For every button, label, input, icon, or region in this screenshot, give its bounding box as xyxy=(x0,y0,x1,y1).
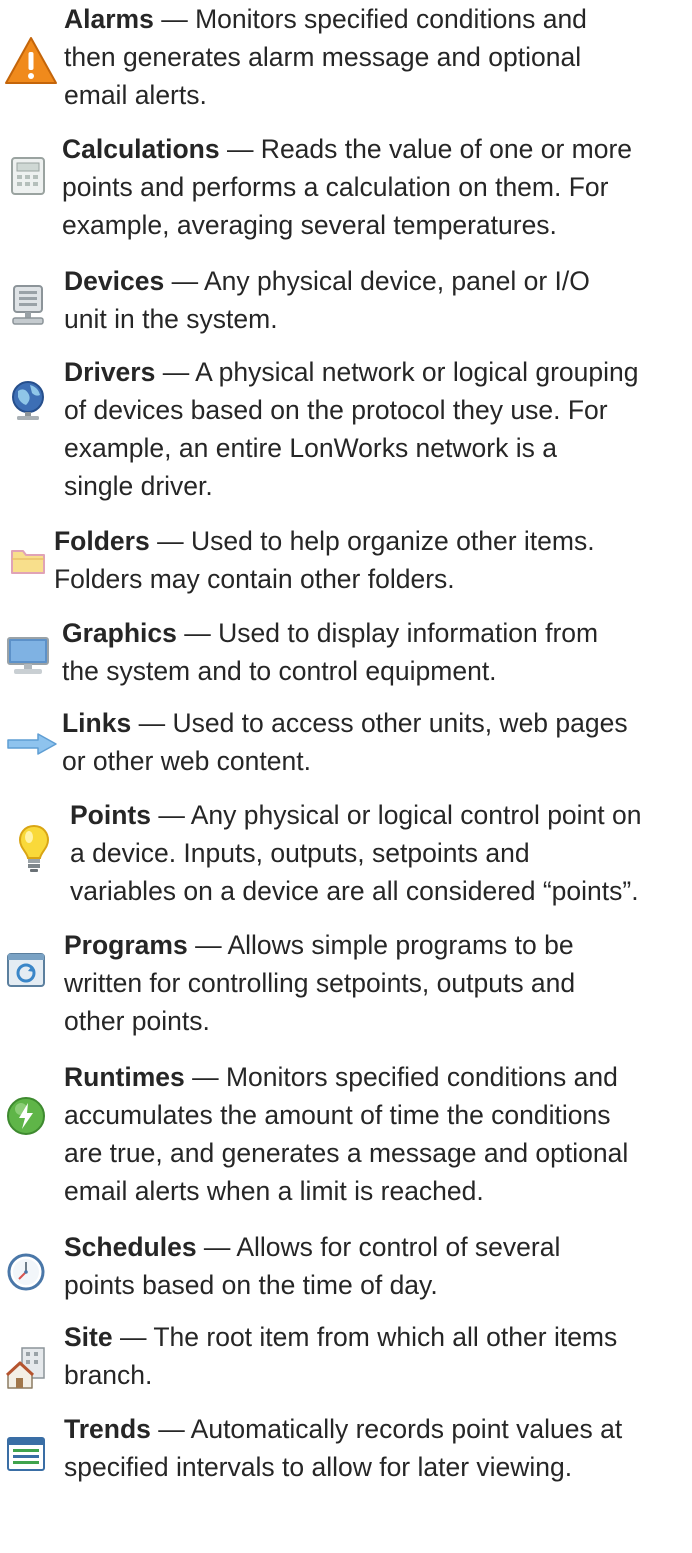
entry-text: Trends — Automatically records point val… xyxy=(64,1414,623,1482)
entry-text: Calculations — Reads the value of one or… xyxy=(62,134,633,240)
term: Schedules xyxy=(64,1232,197,1262)
arrow-link-icon xyxy=(6,732,58,756)
term: Programs xyxy=(64,930,188,960)
folder-icon xyxy=(10,546,46,576)
term: Alarms xyxy=(64,4,154,34)
term: Graphics xyxy=(62,618,177,648)
calculator-icon xyxy=(10,156,46,196)
term: Drivers xyxy=(64,357,156,387)
term: Trends xyxy=(64,1414,151,1444)
item-types-list: Alarms — Monitors specified conditions a… xyxy=(0,0,692,1553)
clock-icon xyxy=(6,1252,46,1292)
light-bulb-icon xyxy=(18,824,50,874)
entry-text: Drivers — A physical network or logical … xyxy=(64,357,639,501)
term: Site xyxy=(64,1322,113,1352)
entry-text: Schedules — Allows for control of severa… xyxy=(64,1232,561,1300)
entry-text: Runtimes — Monitors specified conditions… xyxy=(64,1062,629,1206)
entry-text: Devices — Any physical device, panel or … xyxy=(64,266,590,334)
entry-text: Links — Used to access other units, web … xyxy=(62,708,628,776)
trend-log-icon xyxy=(6,1436,46,1472)
term: Devices xyxy=(64,266,165,296)
entry-text: Programs — Allows simple programs to be … xyxy=(64,930,576,1036)
monitor-icon xyxy=(4,636,52,676)
program-icon xyxy=(6,952,46,988)
entry-text: Site — The root item from which all othe… xyxy=(64,1322,618,1390)
site-house-icon xyxy=(6,1346,46,1390)
entry-text: Alarms — Monitors specified conditions a… xyxy=(64,4,587,110)
alarm-warning-icon xyxy=(4,36,58,86)
term: Points xyxy=(70,800,151,830)
term: Links xyxy=(62,708,132,738)
network-globe-icon xyxy=(8,379,48,421)
term: Runtimes xyxy=(64,1062,185,1092)
entry-text: Folders — Used to help organize other it… xyxy=(54,526,595,594)
term: Folders xyxy=(54,526,150,556)
entry-text: Graphics — Used to display information f… xyxy=(62,618,599,686)
term: Calculations xyxy=(62,134,220,164)
entry-text: Points — Any physical or logical control… xyxy=(70,800,642,906)
runtime-lightning-icon xyxy=(6,1096,46,1136)
device-icon xyxy=(10,284,46,326)
